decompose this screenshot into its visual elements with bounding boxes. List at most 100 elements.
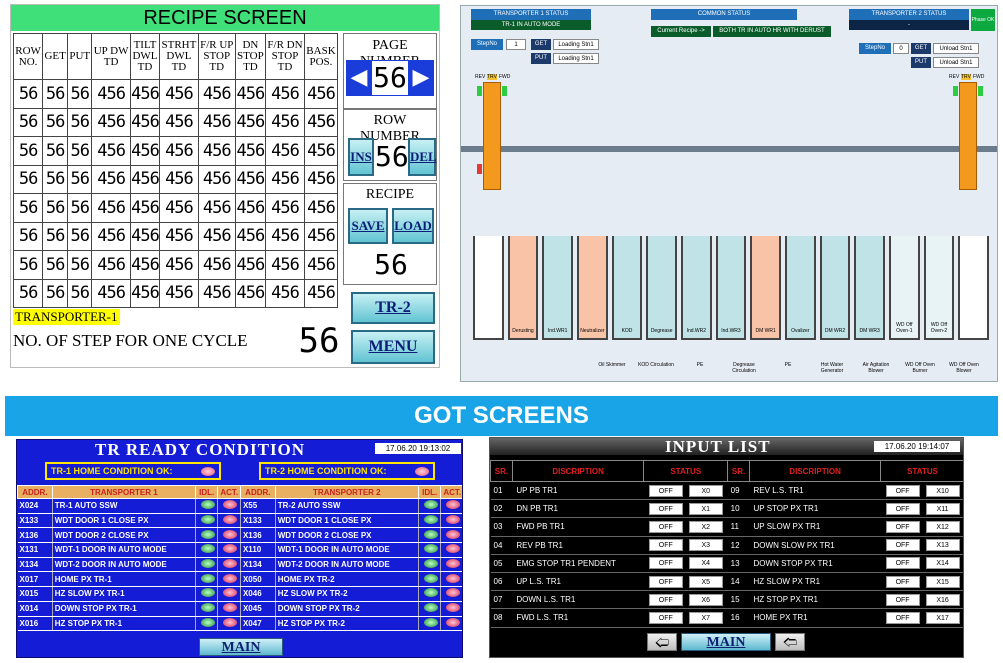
- recipe-cell[interactable]: 456: [234, 164, 267, 194]
- recipe-cell[interactable]: 456: [265, 193, 305, 223]
- recipe-cell[interactable]: 456: [159, 136, 199, 166]
- recipe-cell[interactable]: 56: [12, 278, 44, 308]
- input-address: X2: [688, 520, 723, 533]
- recipe-cell[interactable]: 456: [197, 278, 236, 308]
- recipe-cell[interactable]: 456: [159, 250, 199, 280]
- recipe-cell[interactable]: 56: [12, 164, 44, 194]
- recipe-cell[interactable]: 456: [197, 193, 236, 223]
- recipe-cell[interactable]: 456: [197, 79, 236, 109]
- recipe-cell[interactable]: 456: [234, 278, 267, 308]
- recipe-cell[interactable]: 456: [91, 221, 131, 251]
- save-recipe-button[interactable]: SAVE: [348, 208, 388, 244]
- recipe-cell[interactable]: 456: [265, 221, 305, 251]
- recipe-cell[interactable]: 56: [67, 79, 93, 109]
- insert-row-button[interactable]: INS: [348, 138, 374, 176]
- recipe-cell[interactable]: 56: [12, 250, 44, 280]
- recipe-cell[interactable]: 456: [159, 221, 199, 251]
- recipe-cell[interactable]: 56: [42, 193, 69, 223]
- recipe-cell[interactable]: 456: [234, 221, 267, 251]
- recipe-cell[interactable]: 456: [129, 221, 161, 251]
- recipe-cell[interactable]: 456: [129, 107, 161, 137]
- recipe-cell[interactable]: 456: [159, 107, 199, 137]
- input-status-value: OFF: [885, 611, 920, 624]
- recipe-cell[interactable]: 56: [67, 164, 93, 194]
- tr2-stepno: 0: [893, 43, 909, 54]
- recipe-cell[interactable]: 456: [91, 193, 131, 223]
- recipe-cell[interactable]: 456: [129, 164, 161, 194]
- recipe-cell[interactable]: 456: [129, 79, 161, 109]
- page-next-button[interactable]: ▶: [408, 60, 434, 96]
- recipe-cell[interactable]: 456: [91, 278, 131, 308]
- recipe-cell[interactable]: 56: [42, 250, 69, 280]
- recipe-cell[interactable]: 456: [129, 136, 161, 166]
- recipe-cell[interactable]: 456: [303, 107, 339, 137]
- recipe-cell[interactable]: 56: [42, 221, 69, 251]
- recipe-cell[interactable]: 456: [197, 221, 236, 251]
- recipe-cell[interactable]: 56: [67, 136, 93, 166]
- recipe-cell[interactable]: 456: [265, 278, 305, 308]
- recipe-cell[interactable]: 456: [91, 136, 131, 166]
- delete-row-button[interactable]: DEL: [408, 138, 437, 176]
- recipe-cell[interactable]: 56: [12, 107, 44, 137]
- recipe-cell[interactable]: 456: [197, 107, 236, 137]
- menu-button[interactable]: MENU: [351, 330, 435, 364]
- recipe-cell[interactable]: 456: [265, 107, 305, 137]
- tr-ready-main-button[interactable]: MAIN: [199, 638, 283, 656]
- recipe-cell[interactable]: 56: [67, 221, 93, 251]
- input-list-main-button[interactable]: MAIN: [681, 633, 771, 651]
- recipe-cell[interactable]: 456: [197, 164, 236, 194]
- recipe-cell[interactable]: 56: [12, 79, 44, 109]
- recipe-cell[interactable]: 456: [265, 136, 305, 166]
- recipe-cell[interactable]: 456: [159, 193, 199, 223]
- recipe-cell[interactable]: 56: [67, 107, 93, 137]
- input-list-table: SR. DISCRIPTION STATUS SR. DISCRIPTION STATUS…: [490, 460, 963, 628]
- recipe-cell[interactable]: 456: [234, 107, 267, 137]
- recipe-cell[interactable]: 456: [265, 164, 305, 194]
- recipe-cell[interactable]: 456: [234, 136, 267, 166]
- recipe-cell[interactable]: 56: [67, 250, 93, 280]
- recipe-cell[interactable]: 456: [234, 250, 267, 280]
- recipe-cell[interactable]: 56: [42, 136, 69, 166]
- recipe-cell[interactable]: 456: [159, 278, 199, 308]
- recipe-cell[interactable]: 456: [159, 164, 199, 194]
- tank-label: Ind.WR1: [547, 328, 568, 334]
- recipe-cell[interactable]: 456: [129, 193, 161, 223]
- recipe-cell[interactable]: 456: [197, 136, 236, 166]
- tr-ready-col-header: ACT.: [217, 485, 241, 499]
- recipe-cell[interactable]: 56: [67, 278, 93, 308]
- recipe-cell[interactable]: 56: [12, 221, 44, 251]
- input-status-cell: OFF X3: [643, 536, 728, 555]
- tr2-button[interactable]: TR-2: [351, 292, 435, 324]
- recipe-cell[interactable]: 56: [42, 164, 69, 194]
- recipe-cell[interactable]: 456: [91, 250, 131, 280]
- recipe-cell[interactable]: 456: [303, 136, 339, 166]
- recipe-cell[interactable]: 456: [303, 79, 339, 109]
- recipe-cell[interactable]: 456: [91, 164, 131, 194]
- recipe-cell[interactable]: 456: [197, 250, 236, 280]
- recipe-cell[interactable]: 456: [129, 250, 161, 280]
- recipe-cell[interactable]: 56: [42, 79, 69, 109]
- recipe-cell[interactable]: 456: [303, 221, 339, 251]
- recipe-cell[interactable]: 456: [234, 79, 267, 109]
- recipe-cell[interactable]: 456: [129, 278, 161, 308]
- recipe-cell[interactable]: 56: [12, 193, 44, 223]
- recipe-cell[interactable]: 456: [159, 79, 199, 109]
- recipe-cell[interactable]: 456: [303, 164, 339, 194]
- load-recipe-button[interactable]: LOAD: [392, 208, 434, 244]
- recipe-cell[interactable]: 456: [303, 278, 339, 308]
- recipe-cell[interactable]: 56: [42, 107, 69, 137]
- recipe-cell[interactable]: 56: [67, 193, 93, 223]
- recipe-cell[interactable]: 456: [91, 79, 131, 109]
- page-prev-button[interactable]: ◀: [346, 60, 372, 96]
- recipe-cell[interactable]: 56: [42, 278, 69, 308]
- recipe-col-header-line: BASK: [306, 44, 336, 57]
- recipe-cell[interactable]: 456: [234, 193, 267, 223]
- input-list-next-button[interactable]: 🢢: [775, 633, 805, 651]
- recipe-cell[interactable]: 456: [91, 107, 131, 137]
- recipe-cell[interactable]: 456: [265, 79, 305, 109]
- recipe-cell[interactable]: 456: [303, 250, 339, 280]
- input-list-prev-button[interactable]: 🢠: [647, 633, 677, 651]
- recipe-cell[interactable]: 456: [265, 250, 305, 280]
- recipe-cell[interactable]: 456: [303, 193, 339, 223]
- recipe-cell[interactable]: 56: [12, 136, 44, 166]
